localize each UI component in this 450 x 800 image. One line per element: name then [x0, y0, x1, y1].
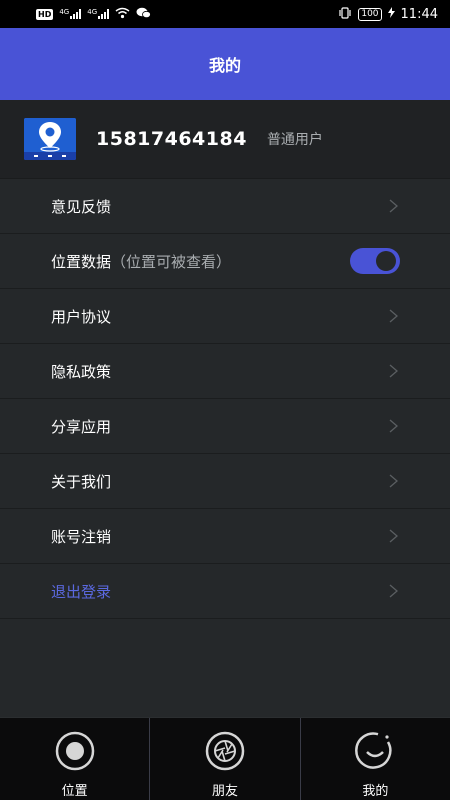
- smile-ring-icon: [355, 732, 392, 769]
- menu-item-user-agreement[interactable]: 用户协议: [0, 289, 450, 344]
- tab-label: 朋友: [211, 784, 238, 799]
- tab-label: 我的: [362, 784, 389, 799]
- vibrate-icon: [338, 6, 352, 22]
- profile-card[interactable]: 15817464184 普通用户: [0, 100, 450, 179]
- hd-badge: HD: [36, 8, 54, 20]
- user-phone: 15817464184: [96, 128, 247, 150]
- chevron-right-icon: [389, 419, 398, 433]
- menu-item-location-data: 位置数据（位置可被查看）: [0, 234, 450, 289]
- status-time: 11:44: [400, 6, 438, 22]
- user-type-label: 普通用户: [266, 132, 323, 148]
- chevron-right-icon: [389, 309, 398, 323]
- page-header: 我的: [0, 28, 450, 100]
- chevron-right-icon: [389, 529, 398, 543]
- menu-item-label: 分享应用: [51, 417, 112, 436]
- tab-mine[interactable]: 我的: [299, 718, 450, 800]
- menu-item-label: 位置数据（位置可被查看）: [51, 251, 350, 272]
- content-spacer: [0, 619, 450, 717]
- tab-label: 位置: [61, 784, 88, 799]
- menu-item-delete-account[interactable]: 账号注销: [0, 509, 450, 564]
- logout-label: 退出登录: [51, 582, 112, 601]
- chevron-right-icon: [389, 364, 398, 378]
- signal-icon-sim1: 4G: [59, 9, 82, 19]
- bottom-tab-bar: 位置 朋友 我的: [0, 717, 450, 800]
- settings-menu: 意见反馈 位置数据（位置可被查看） 用户协议 隐私政策 分享应用 关于我们 账号…: [0, 179, 450, 619]
- battery-indicator: 100: [358, 7, 382, 21]
- page-title: 我的: [208, 56, 241, 75]
- status-bar: HD 4G 4G 100 11:44: [0, 0, 450, 28]
- wifi-icon: [115, 7, 130, 22]
- wechat-notification-icon: [136, 7, 152, 22]
- tab-location[interactable]: 位置: [0, 718, 149, 800]
- menu-item-label: 账号注销: [51, 527, 112, 546]
- menu-item-label: 关于我们: [51, 472, 112, 491]
- tab-friends[interactable]: 朋友: [149, 718, 299, 800]
- location-data-hint: （位置可被查看）: [111, 252, 232, 271]
- location-sharing-toggle[interactable]: [350, 248, 400, 274]
- menu-item-label: 用户协议: [51, 307, 112, 326]
- chevron-right-icon: [389, 474, 398, 488]
- menu-item-about-us[interactable]: 关于我们: [0, 454, 450, 509]
- charging-icon: [387, 7, 395, 21]
- menu-item-label: 隐私政策: [51, 362, 112, 381]
- menu-item-feedback[interactable]: 意见反馈: [0, 179, 450, 234]
- aperture-icon: [205, 731, 245, 771]
- menu-item-privacy-policy[interactable]: 隐私政策: [0, 344, 450, 399]
- signal-icon-sim2: 4G: [87, 9, 110, 19]
- app-logo: [24, 118, 76, 160]
- menu-item-logout[interactable]: 退出登录: [0, 564, 450, 619]
- toggle-knob: [376, 251, 396, 271]
- menu-item-label: 意见反馈: [51, 197, 112, 216]
- location-data-label: 位置数据: [51, 252, 112, 271]
- map-pin-icon: [24, 118, 76, 160]
- menu-item-share-app[interactable]: 分享应用: [0, 399, 450, 454]
- chevron-right-icon: [389, 584, 398, 598]
- location-ring-icon: [55, 731, 94, 771]
- chevron-right-icon: [389, 199, 398, 213]
